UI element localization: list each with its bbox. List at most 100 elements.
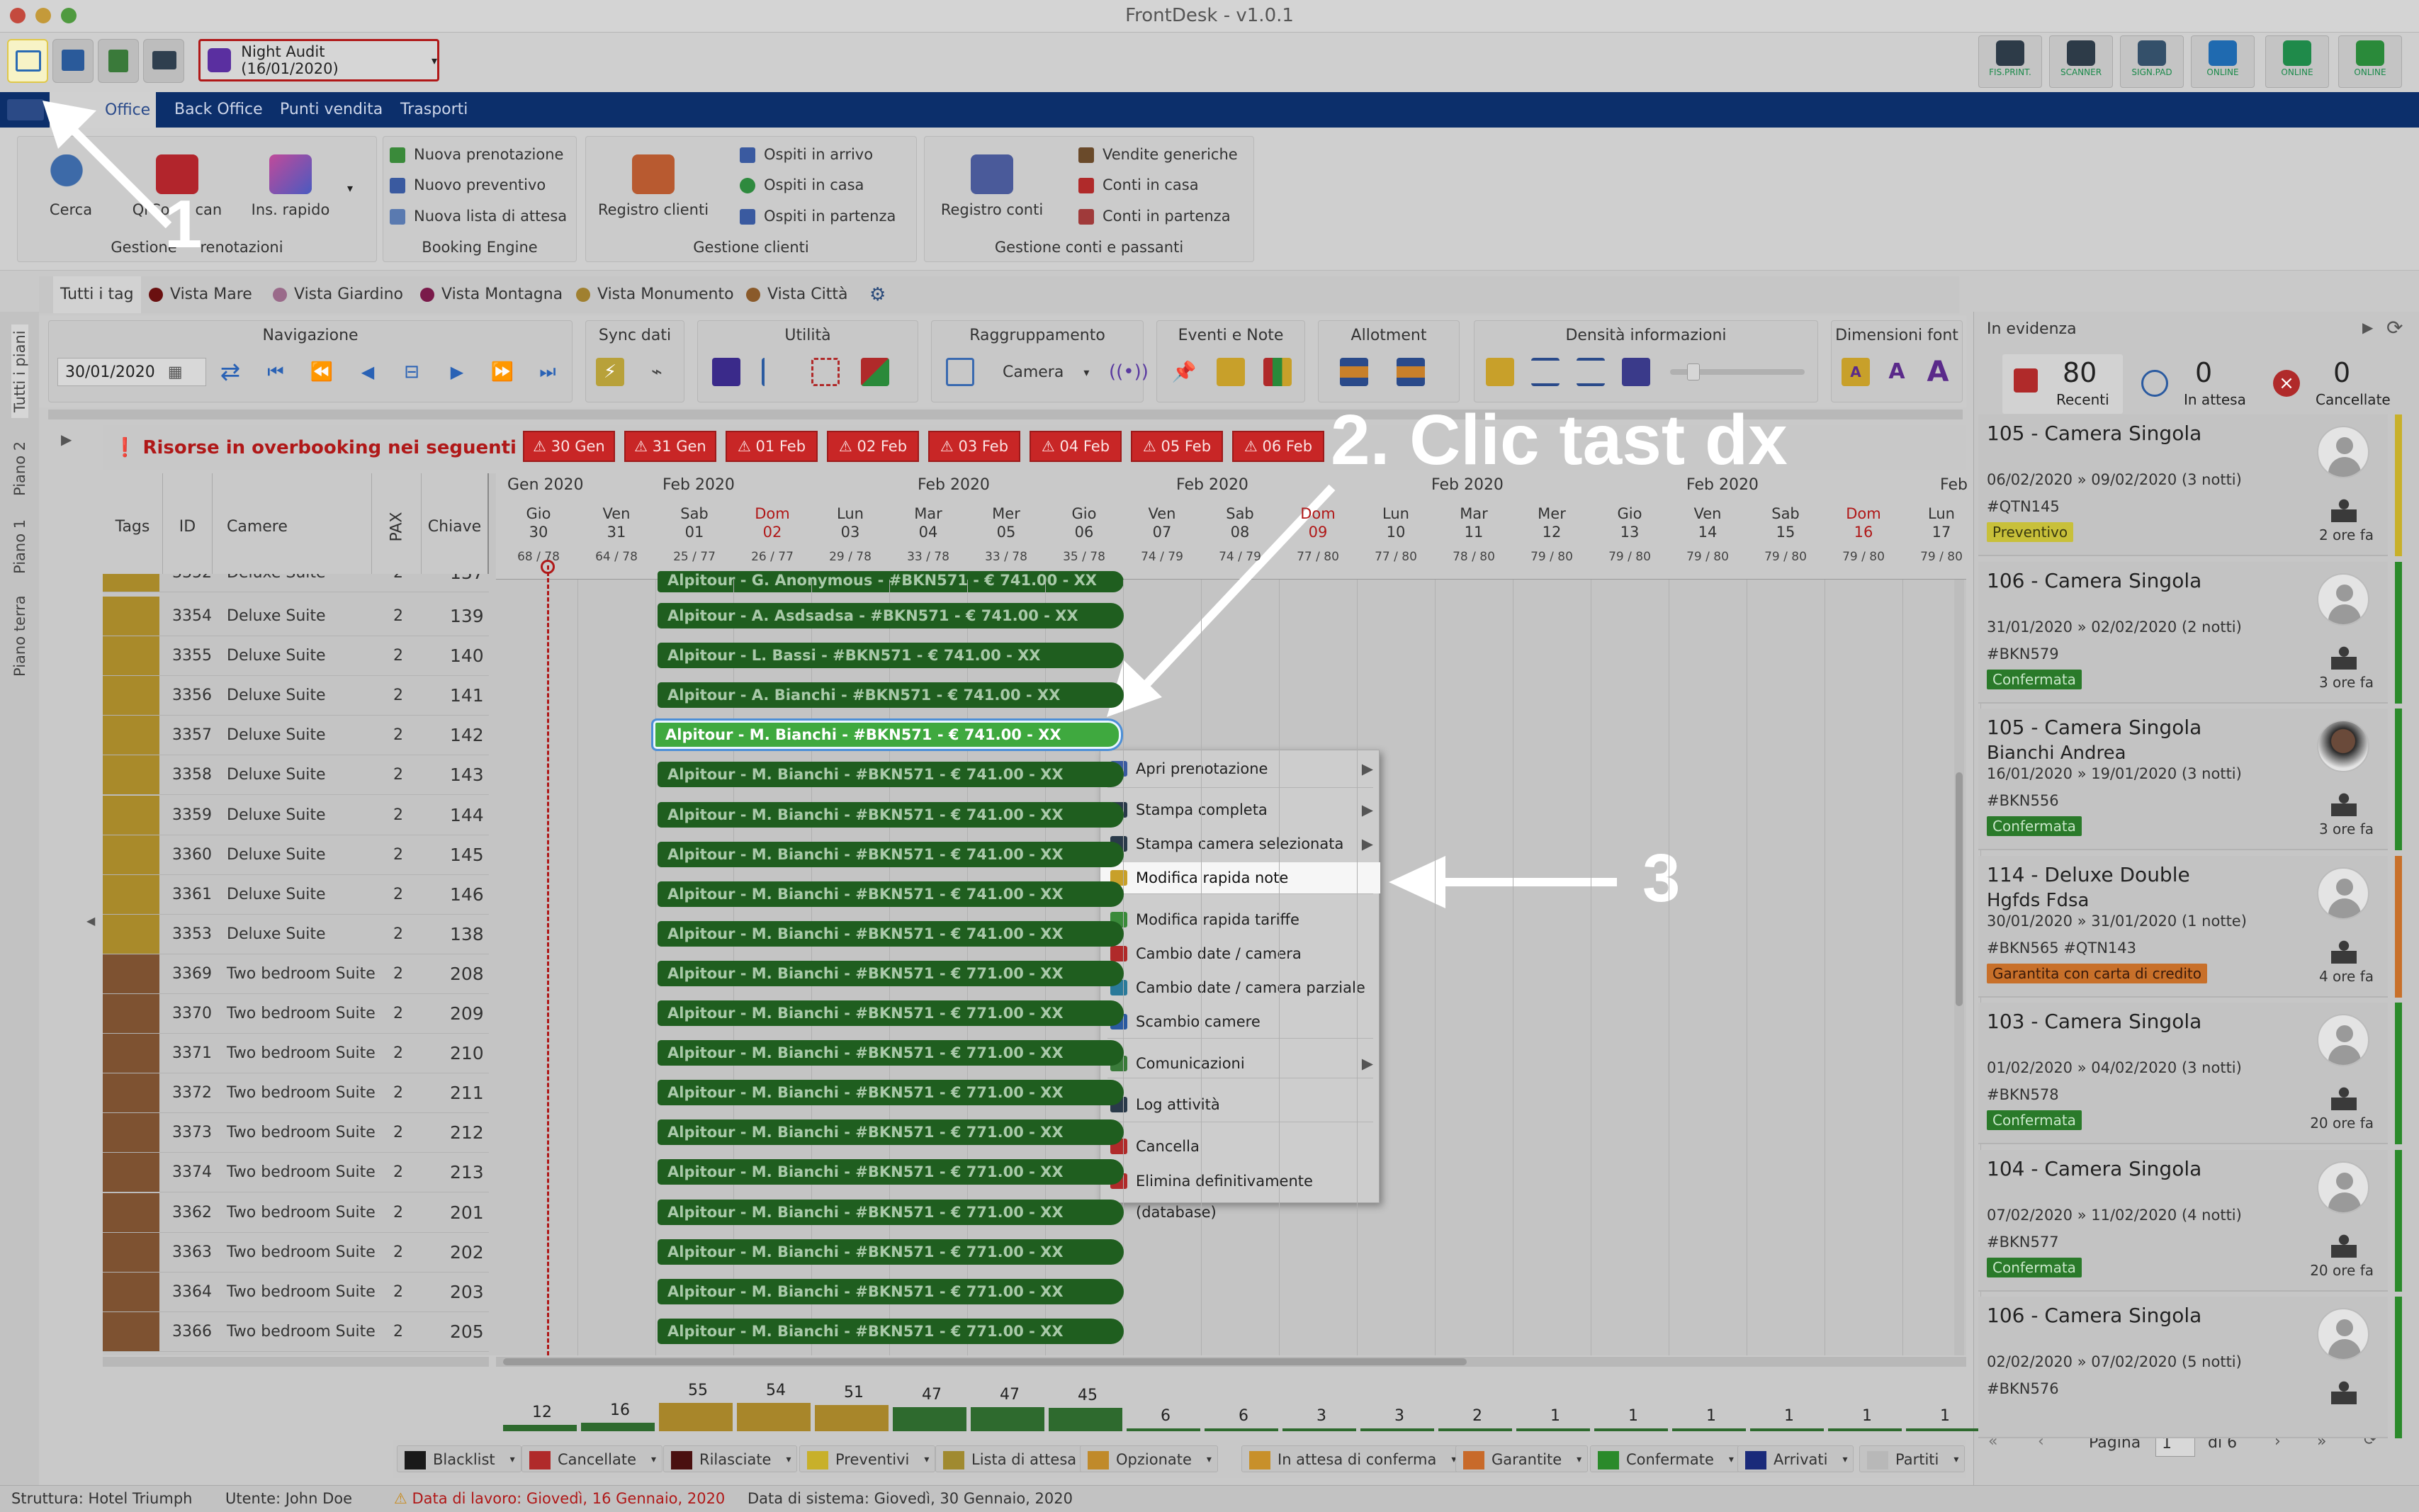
- overbooking-day[interactable]: ⚠ 05 Feb: [1131, 431, 1223, 462]
- booking-bar[interactable]: Alpitour - M. Bianchi - #BKN571 - € 771.…: [658, 1318, 1124, 1344]
- table-row[interactable]: 3369 Two bedroom Suite 2 208: [103, 954, 489, 994]
- booking-bar[interactable]: Alpitour - M. Bianchi - #BKN571 - € 771.…: [658, 1040, 1124, 1066]
- occupancy-label: 74 / 79: [1219, 550, 1261, 564]
- booking-bar[interactable]: Alpitour - M. Bianchi - #BKN571 - € 771.…: [658, 1199, 1124, 1225]
- row-id: 3353: [172, 925, 212, 943]
- day-header[interactable]: Sab 15: [1747, 504, 1825, 541]
- day-header[interactable]: Ven 14: [1669, 504, 1747, 541]
- day-header[interactable]: Ven 07: [1123, 504, 1201, 541]
- table-row[interactable]: 3355 Deluxe Suite 2 140: [103, 636, 489, 677]
- table-row[interactable]: 3374 Two bedroom Suite 2 213: [103, 1153, 489, 1193]
- evidence-card[interactable]: 104 - Camera Singola 07/02/2020 » 11/02/2…: [1978, 1149, 2388, 1292]
- table-row[interactable]: 3353 Deluxe Suite 2 138: [103, 914, 489, 954]
- booking-bar[interactable]: Alpitour - M. Bianchi - #BKN571 - € 741.…: [658, 801, 1124, 828]
- legend-item[interactable]: Partiti ▾: [1859, 1445, 1966, 1472]
- day-header[interactable]: Dom 09: [1279, 504, 1357, 541]
- table-row[interactable]: 3360 Deluxe Suite 2 145: [103, 835, 489, 875]
- evidence-card[interactable]: 114 - Deluxe Double Hgfds Fdsa 30/01/2020 …: [1978, 855, 2388, 998]
- day-header[interactable]: Gio 13: [1591, 504, 1669, 541]
- booking-bar[interactable]: Alpitour - M. Bianchi - #BKN571 - € 771.…: [658, 1159, 1124, 1185]
- table-row[interactable]: 3358 Deluxe Suite 2 143: [103, 755, 489, 796]
- table-row[interactable]: 3363 Two bedroom Suite 2 202: [103, 1232, 489, 1273]
- day-header[interactable]: Dom 02: [733, 504, 811, 541]
- day-header[interactable]: Lun 10: [1357, 504, 1435, 541]
- table-row[interactable]: 3371 Two bedroom Suite 2 210: [103, 1034, 489, 1074]
- table-row[interactable]: 3356 Deluxe Suite 2 141: [103, 676, 489, 716]
- evidence-card[interactable]: 105 - Camera Singola 06/02/2020 » 09/02/2…: [1978, 414, 2388, 556]
- legend-item[interactable]: Blacklist ▾: [397, 1445, 521, 1472]
- table-row[interactable]: 3357 Deluxe Suite 2 142: [103, 716, 489, 756]
- evidence-card[interactable]: 106 - Camera Singola 02/02/2020 » 07/02/2…: [1978, 1297, 2388, 1438]
- legend-item[interactable]: Opzionate ▾: [1080, 1445, 1218, 1472]
- row-tag-color: [103, 1232, 159, 1272]
- day-header[interactable]: Mar 04: [889, 504, 967, 541]
- day-header[interactable]: Mer 05: [967, 504, 1045, 541]
- card-title: 106 - Camera Singola: [1987, 1304, 2202, 1327]
- overbooking-day[interactable]: ⚠ 01 Feb: [726, 431, 818, 462]
- legend-item[interactable]: Confermate ▾: [1590, 1445, 1740, 1472]
- legend-item[interactable]: Garantite ▾: [1455, 1445, 1589, 1472]
- row-pax: 2: [393, 1163, 403, 1182]
- booking-bar[interactable]: Alpitour - M. Bianchi - #BKN571 - € 771.…: [658, 960, 1124, 986]
- day-header[interactable]: Lun 03: [811, 504, 889, 541]
- day-header[interactable]: Sab 08: [1201, 504, 1279, 541]
- evidence-card[interactable]: 105 - Camera Singola Bianchi Andrea 16/01/…: [1978, 709, 2388, 850]
- selected-booking-bar[interactable]: Alpitour - M. Bianchi - #BKN571 - € 741.…: [651, 718, 1123, 752]
- day-header[interactable]: Lun 17: [1902, 504, 1980, 541]
- booking-bar[interactable]: Alpitour - M. Bianchi - #BKN571 - € 771.…: [658, 1000, 1124, 1026]
- row-id: 3366: [172, 1322, 212, 1341]
- day-header[interactable]: Mar 11: [1435, 504, 1513, 541]
- table-row[interactable]: 3372 Two bedroom Suite 2 211: [103, 1073, 489, 1114]
- day-header[interactable]: Sab 01: [655, 504, 733, 541]
- legend-item[interactable]: In attesa di conferma ▾: [1241, 1445, 1463, 1472]
- table-row[interactable]: 3362 Two bedroom Suite 2 201: [103, 1192, 489, 1233]
- chevron-down-icon: ▾: [1953, 1454, 1959, 1465]
- evidence-card[interactable]: 103 - Camera Singola 01/02/2020 » 04/02/2…: [1978, 1003, 2388, 1144]
- row-key: 202: [450, 1241, 484, 1263]
- row-room-type: Deluxe Suite: [227, 845, 326, 864]
- overbooking-day[interactable]: ⚠ 31 Gen: [624, 431, 716, 462]
- day-header[interactable]: Mer 12: [1513, 504, 1591, 541]
- row-key: 203: [450, 1281, 484, 1302]
- card-code: #BKN577: [1987, 1233, 2059, 1251]
- evidence-card[interactable]: 106 - Camera Singola 31/01/2020 » 02/02/2…: [1978, 561, 2388, 704]
- table-row[interactable]: 3373 Two bedroom Suite 2 212: [103, 1113, 489, 1153]
- legend-item[interactable]: Lista di attesa▾: [935, 1445, 1103, 1472]
- card-time-ago: 20 ore fa: [2310, 1115, 2374, 1132]
- row-id: 3373: [172, 1124, 212, 1142]
- overbooking-day[interactable]: ⚠ 03 Feb: [928, 431, 1020, 462]
- legend-item[interactable]: Rilasciate ▾: [663, 1445, 798, 1472]
- booking-bar[interactable]: Alpitour - M. Bianchi - #BKN571 - € 771.…: [658, 1278, 1124, 1304]
- booking-bar[interactable]: Alpitour - M. Bianchi - #BKN571 - € 741.…: [658, 762, 1124, 788]
- day-header[interactable]: Gio 30: [500, 504, 577, 541]
- booking-bar[interactable]: Alpitour - M. Bianchi - #BKN571 - € 741.…: [658, 881, 1124, 907]
- booking-bar[interactable]: Alpitour - L. Bassi - #BKN571 - € 741.00…: [658, 643, 1124, 669]
- booking-bar[interactable]: Alpitour - M. Bianchi - #BKN571 - € 741.…: [658, 920, 1124, 947]
- table-row[interactable]: 3354 Deluxe Suite 2 139: [103, 597, 489, 636]
- row-id: 3358: [172, 766, 212, 784]
- table-row[interactable]: 3361 Deluxe Suite 2 146: [103, 874, 489, 915]
- table-row[interactable]: 3366 Two bedroom Suite 2 205: [103, 1311, 489, 1352]
- legend-item[interactable]: Preventivi ▾: [799, 1445, 936, 1472]
- table-row[interactable]: 3359 Deluxe Suite 2 144: [103, 795, 489, 835]
- day-header[interactable]: Ven 31: [577, 504, 655, 541]
- table-row[interactable]: 3370 Two bedroom Suite 2 209: [103, 994, 489, 1034]
- table-row[interactable]: 3364 Two bedroom Suite 2 203: [103, 1272, 489, 1312]
- booking-bar[interactable]: Alpitour - A. Bianchi - #BKN571 - € 741.…: [658, 682, 1124, 709]
- legend-item[interactable]: Cancellate ▾: [521, 1445, 662, 1472]
- overbooking-day[interactable]: ⚠ 06 Feb: [1232, 431, 1324, 462]
- row-tag-color: [103, 1192, 159, 1232]
- day-header[interactable]: Dom 16: [1825, 504, 1902, 541]
- avatar: [2317, 1161, 2369, 1214]
- overbooking-day[interactable]: ⚠ 02 Feb: [827, 431, 919, 462]
- booking-bar[interactable]: Alpitour - M. Bianchi - #BKN571 - € 741.…: [658, 841, 1124, 867]
- overbooking-day[interactable]: ⚠ 30 Gen: [523, 431, 615, 462]
- booking-bar[interactable]: Alpitour - M. Bianchi - #BKN571 - € 771.…: [658, 1239, 1124, 1265]
- booking-bar[interactable]: Alpitour - M. Bianchi - #BKN571 - € 771.…: [658, 1080, 1124, 1106]
- occupancy-bar: [893, 1407, 966, 1431]
- booking-bar[interactable]: Alpitour - A. Asdsadsa - #BKN571 - € 741…: [658, 603, 1124, 628]
- day-header[interactable]: Gio 06: [1045, 504, 1123, 541]
- booking-bar[interactable]: Alpitour - M. Bianchi - #BKN571 - € 771.…: [658, 1119, 1124, 1146]
- legend-item[interactable]: Arrivati ▾: [1737, 1445, 1854, 1472]
- overbooking-day[interactable]: ⚠ 04 Feb: [1030, 431, 1122, 462]
